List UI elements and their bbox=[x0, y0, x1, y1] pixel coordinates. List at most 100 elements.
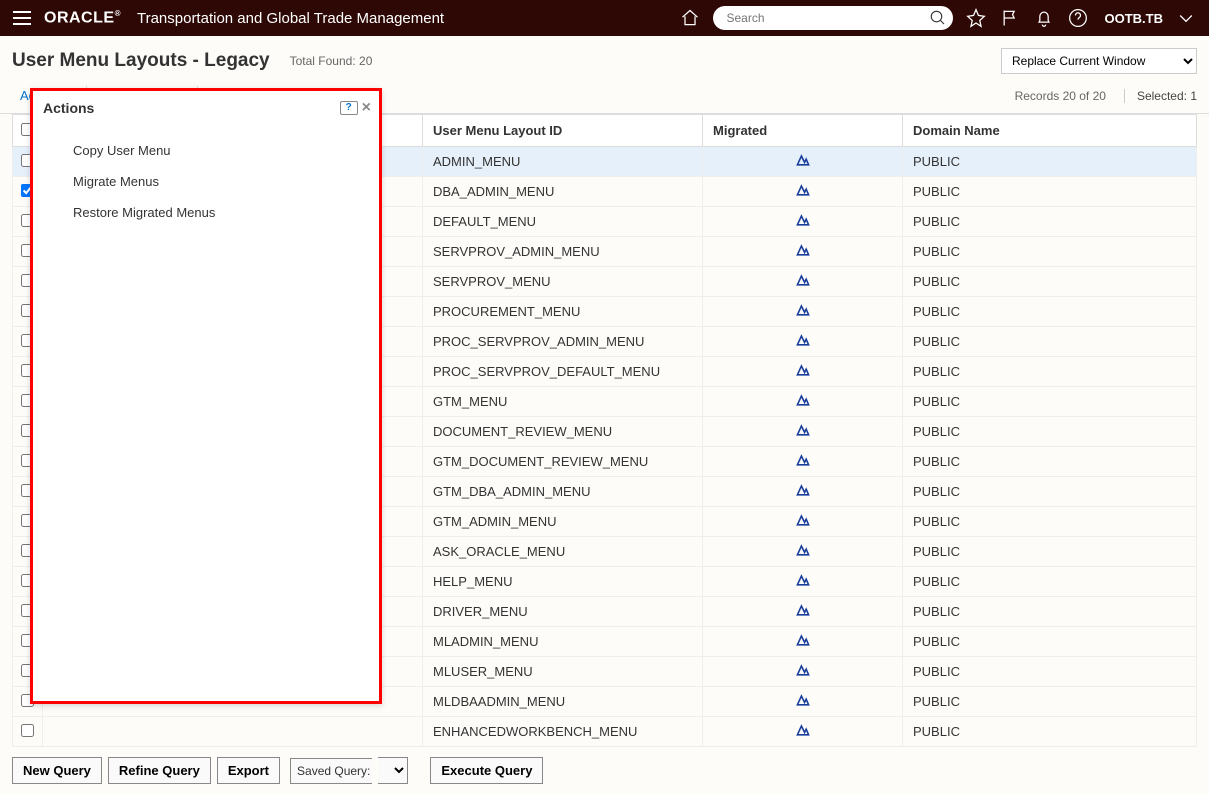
row-migrated-cell bbox=[703, 627, 903, 657]
row-migrated-cell bbox=[703, 567, 903, 597]
row-migrated-cell bbox=[703, 447, 903, 477]
header-migrated[interactable]: Migrated bbox=[703, 115, 903, 147]
row-id-cell: GTM_DOCUMENT_REVIEW_MENU bbox=[423, 447, 703, 477]
row-id-cell: ENHANCEDWORKBENCH_MENU bbox=[423, 717, 703, 747]
migrated-icon bbox=[795, 426, 811, 441]
row-migrated-cell bbox=[703, 237, 903, 267]
row-domain-cell: PUBLIC bbox=[903, 147, 1197, 177]
row-id-cell: GTM_ADMIN_MENU bbox=[423, 507, 703, 537]
flag-icon[interactable] bbox=[999, 7, 1021, 29]
row-id-cell: MLADMIN_MENU bbox=[423, 627, 703, 657]
row-migrated-cell bbox=[703, 327, 903, 357]
row-migrated-cell bbox=[703, 207, 903, 237]
header-domain[interactable]: Domain Name bbox=[903, 115, 1197, 147]
row-domain-cell: PUBLIC bbox=[903, 237, 1197, 267]
row-domain-cell: PUBLIC bbox=[903, 717, 1197, 747]
close-icon[interactable]: × bbox=[362, 99, 371, 117]
row-id-cell: HELP_MENU bbox=[423, 567, 703, 597]
migrated-icon bbox=[795, 396, 811, 411]
row-id-cell: ADMIN_MENU bbox=[423, 147, 703, 177]
header-id[interactable]: User Menu Layout ID bbox=[423, 115, 703, 147]
row-domain-cell: PUBLIC bbox=[903, 177, 1197, 207]
migrated-icon bbox=[795, 456, 811, 471]
migrated-icon bbox=[795, 216, 811, 231]
row-id-cell: SERVPROV_MENU bbox=[423, 267, 703, 297]
home-icon[interactable] bbox=[679, 7, 701, 29]
row-domain-cell: PUBLIC bbox=[903, 537, 1197, 567]
new-query-button[interactable]: New Query bbox=[12, 757, 102, 784]
action-item[interactable]: Migrate Menus bbox=[33, 166, 379, 197]
row-checkbox-cell bbox=[13, 717, 43, 747]
actions-help-icon[interactable]: ? bbox=[340, 101, 358, 115]
total-found: Total Found: 20 bbox=[290, 54, 373, 68]
migrated-icon bbox=[795, 636, 811, 651]
row-migrated-cell bbox=[703, 357, 903, 387]
search-icon[interactable] bbox=[929, 9, 947, 27]
hamburger-icon[interactable] bbox=[12, 10, 32, 26]
action-item[interactable]: Restore Migrated Menus bbox=[33, 197, 379, 228]
row-domain-cell: PUBLIC bbox=[903, 687, 1197, 717]
row-migrated-cell bbox=[703, 417, 903, 447]
user-chevron-down-icon[interactable] bbox=[1175, 7, 1197, 29]
user-label: OOTB.TB bbox=[1105, 11, 1164, 26]
migrated-icon bbox=[795, 336, 811, 351]
footer: New Query Refine Query Export Saved Quer… bbox=[0, 747, 1209, 794]
row-domain-cell: PUBLIC bbox=[903, 627, 1197, 657]
migrated-icon bbox=[795, 516, 811, 531]
migrated-icon bbox=[795, 486, 811, 501]
row-domain-cell: PUBLIC bbox=[903, 327, 1197, 357]
table-row[interactable]: ENHANCEDWORKBENCH_MENU PUBLIC bbox=[13, 717, 1197, 747]
row-id-cell: DOCUMENT_REVIEW_MENU bbox=[423, 417, 703, 447]
oracle-logo-text: ORACLE bbox=[44, 9, 115, 26]
row-domain-cell: PUBLIC bbox=[903, 207, 1197, 237]
row-migrated-cell bbox=[703, 387, 903, 417]
replace-window-select[interactable]: Replace Current Window bbox=[1001, 48, 1197, 74]
bell-icon[interactable] bbox=[1033, 7, 1055, 29]
migrated-icon bbox=[795, 156, 811, 171]
actions-list: Copy User MenuMigrate MenusRestore Migra… bbox=[33, 125, 379, 238]
row-migrated-cell bbox=[703, 507, 903, 537]
help-icon[interactable] bbox=[1067, 7, 1089, 29]
migrated-icon bbox=[795, 186, 811, 201]
search-input[interactable] bbox=[713, 6, 953, 30]
row-domain-cell: PUBLIC bbox=[903, 387, 1197, 417]
migrated-icon bbox=[795, 546, 811, 561]
row-migrated-cell bbox=[703, 477, 903, 507]
row-id-cell: PROCUREMENT_MENU bbox=[423, 297, 703, 327]
row-domain-cell: PUBLIC bbox=[903, 507, 1197, 537]
row-id-cell: PROC_SERVPROV_DEFAULT_MENU bbox=[423, 357, 703, 387]
migrated-icon bbox=[795, 276, 811, 291]
total-found-value: 20 bbox=[359, 54, 372, 68]
row-migrated-cell bbox=[703, 267, 903, 297]
migrated-icon bbox=[795, 576, 811, 591]
row-id-cell: GTM_DBA_ADMIN_MENU bbox=[423, 477, 703, 507]
search-wrap bbox=[713, 6, 953, 30]
row-domain-cell: PUBLIC bbox=[903, 567, 1197, 597]
top-header: ORACLE® Transportation and Global Trade … bbox=[0, 0, 1209, 36]
export-button[interactable]: Export bbox=[217, 757, 280, 784]
row-checkbox[interactable] bbox=[21, 724, 34, 737]
records-text: Records 20 of 20 bbox=[1015, 89, 1106, 103]
row-migrated-cell bbox=[703, 597, 903, 627]
star-icon[interactable] bbox=[965, 7, 987, 29]
row-migrated-cell bbox=[703, 177, 903, 207]
row-id-cell: DRIVER_MENU bbox=[423, 597, 703, 627]
registered-mark: ® bbox=[115, 9, 121, 18]
refine-query-button[interactable]: Refine Query bbox=[108, 757, 211, 784]
row-domain-cell: PUBLIC bbox=[903, 417, 1197, 447]
row-migrated-cell bbox=[703, 687, 903, 717]
row-id-cell: MLUSER_MENU bbox=[423, 657, 703, 687]
migrated-icon bbox=[795, 366, 811, 381]
actions-dropdown: Actions ? × Copy User MenuMigrate MenusR… bbox=[30, 88, 382, 704]
migrated-icon bbox=[795, 606, 811, 621]
execute-query-button[interactable]: Execute Query bbox=[430, 757, 543, 784]
row-domain-cell: PUBLIC bbox=[903, 477, 1197, 507]
actions-dropdown-title: Actions bbox=[43, 100, 94, 116]
saved-query-select[interactable] bbox=[378, 757, 408, 784]
row-migrated-cell bbox=[703, 717, 903, 747]
row-id-cell: DEFAULT_MENU bbox=[423, 207, 703, 237]
row-domain-cell: PUBLIC bbox=[903, 447, 1197, 477]
row-id-cell: ASK_ORACLE_MENU bbox=[423, 537, 703, 567]
action-item[interactable]: Copy User Menu bbox=[33, 135, 379, 166]
actions-dropdown-header: Actions ? × bbox=[33, 91, 379, 125]
